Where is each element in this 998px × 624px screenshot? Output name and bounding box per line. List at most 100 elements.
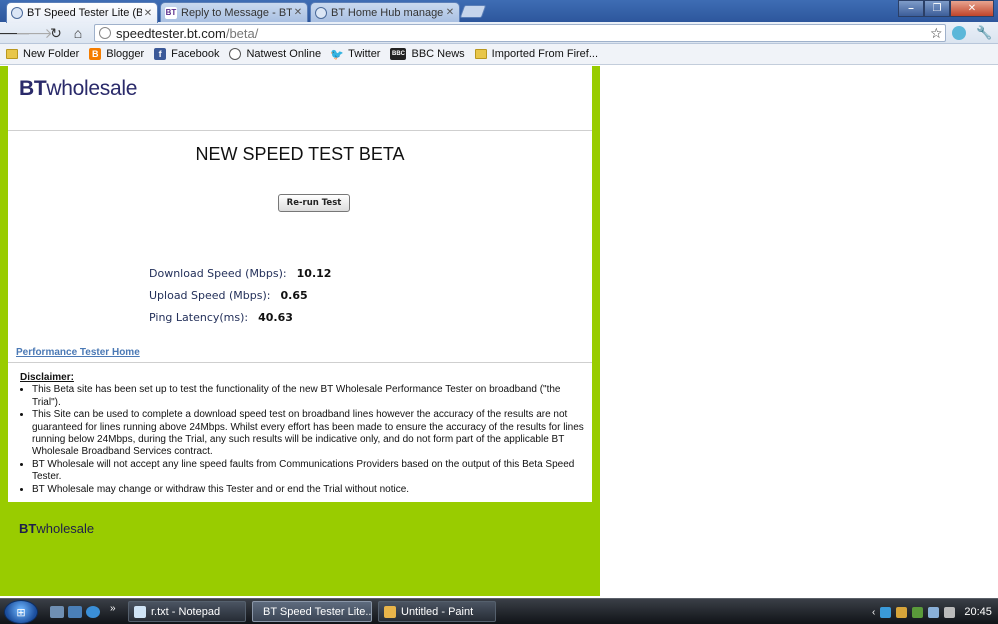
content-panel: BTwholesale NEW SPEED TEST BETA Re-run T…	[8, 66, 592, 502]
more-quicklaunch-icon[interactable]: »	[110, 603, 124, 615]
disclaimer-item: BT Wholesale will not accept any line sp…	[32, 459, 588, 484]
folder-icon	[474, 49, 487, 59]
task-notepad[interactable]: r.txt - Notepad	[128, 601, 246, 622]
notepad-icon	[134, 605, 146, 618]
window-controls: – ❐ ✕	[898, 0, 994, 18]
tab-bt-speed-tester[interactable]: BT Speed Tester Lite (Beta) ✕	[6, 2, 158, 23]
home-button[interactable]: ⌂	[70, 25, 86, 41]
bookmarks-bar: New Folder B Blogger f Facebook Natwest On…	[0, 44, 998, 65]
bookmark-twitter[interactable]: 🐦 Twitter	[330, 48, 381, 61]
bbc-icon: BBC	[390, 48, 407, 60]
network-icon[interactable]	[880, 606, 892, 618]
internet-explorer-icon[interactable]	[86, 606, 100, 618]
tab-title: BT Speed Tester Lite (Beta)	[27, 7, 142, 19]
bookmark-new-folder[interactable]: New Folder	[6, 48, 79, 60]
bookmark-label: Imported From Firef...	[491, 48, 599, 60]
tab-title: BT Home Hub manager - A	[331, 6, 444, 19]
bookmark-bbc-news[interactable]: BBC BBC News	[390, 48, 465, 60]
bookmark-label: Natwest Online	[246, 48, 322, 60]
folder-icon	[6, 49, 18, 59]
start-button[interactable]: ⊞	[4, 600, 38, 624]
footer-bt-wholesale-logo: BTwholesale	[19, 521, 94, 536]
extension-icon[interactable]	[952, 26, 966, 40]
download-speed-row: Download Speed (Mbps): 10.12	[149, 262, 331, 284]
task-title: BT Speed Tester Lite...	[263, 605, 372, 618]
antivirus-icon[interactable]	[912, 606, 924, 618]
disclaimer-title: Disclaimer:	[20, 372, 74, 383]
logo-text: wholesale	[36, 521, 95, 536]
address-domain: speedtester.bt.com	[116, 25, 226, 41]
twitter-icon: 🐦	[330, 48, 344, 61]
show-desktop-icon[interactable]	[50, 606, 64, 618]
task-title: r.txt - Notepad	[151, 605, 221, 618]
browser-toolbar: 🡐 🡒 ↻ ⌂ speedtester.bt.com/beta/ ☆ 🔧	[0, 22, 998, 44]
system-tray: ‹ 20:45	[872, 599, 992, 624]
close-tab-icon[interactable]: ✕	[142, 8, 154, 19]
globe-icon	[229, 48, 242, 60]
tab-title: Reply to Message - BTCare	[181, 6, 292, 19]
address-bar[interactable]: speedtester.bt.com/beta/	[94, 24, 946, 42]
reload-button[interactable]: ↻	[48, 25, 64, 41]
disclaimer-item: This Site can be used to complete a down…	[32, 409, 588, 459]
bookmark-blogger[interactable]: B Blogger	[89, 48, 144, 60]
taskbar: ⊞ » r.txt - Notepad BT Speed Tester Lite…	[0, 598, 998, 624]
logo-bt: BT	[19, 77, 47, 100]
ping-latency-row: Ping Latency(ms): 40.63	[149, 306, 331, 328]
ping-latency-value: 40.63	[258, 310, 293, 324]
close-tab-icon[interactable]: ✕	[444, 7, 456, 18]
bookmark-label: Facebook	[171, 48, 220, 60]
download-speed-label: Download Speed (Mbps):	[149, 266, 287, 280]
address-path: /beta/	[225, 25, 259, 41]
connection-icon[interactable]	[928, 606, 940, 618]
clock[interactable]: 20:45	[964, 606, 992, 618]
security-icon[interactable]	[896, 606, 908, 618]
close-tab-icon[interactable]: ✕	[292, 7, 304, 18]
task-paint[interactable]: Untitled - Paint	[378, 601, 496, 622]
bookmark-star-icon[interactable]: ☆	[930, 25, 943, 42]
close-window-button[interactable]: ✕	[950, 0, 994, 17]
bookmark-facebook[interactable]: f Facebook	[154, 48, 219, 60]
task-title: Untitled - Paint	[401, 605, 474, 618]
new-tab-button[interactable]	[459, 5, 487, 18]
task-chrome[interactable]: BT Speed Tester Lite...	[252, 601, 372, 622]
bookmark-imported-folder[interactable]: Imported From Firef...	[474, 48, 599, 60]
blogger-icon: B	[89, 48, 102, 60]
performance-tester-home-link[interactable]: Performance Tester Home	[16, 347, 140, 358]
rerun-test-button[interactable]: Re-run Test	[278, 194, 350, 212]
bt-wholesale-logo: BTwholesale	[19, 77, 137, 101]
wrench-menu-icon[interactable]: 🔧	[976, 25, 992, 41]
logo-bt: BT	[19, 521, 37, 536]
disclaimer-item: This Beta site has been set up to test t…	[32, 384, 588, 409]
facebook-icon: f	[154, 48, 167, 60]
screen: BT Speed Tester Lite (Beta) ✕ BT Reply t…	[0, 0, 998, 624]
tab-strip: BT Speed Tester Lite (Beta) ✕ BT Reply t…	[0, 0, 998, 23]
disclaimer-list: This Beta site has been set up to test t…	[32, 384, 588, 496]
forward-button[interactable]: 🡒	[15, 25, 53, 41]
bt-favicon-icon: BT	[165, 6, 177, 19]
logo-text: wholesale	[46, 77, 138, 100]
upload-speed-value: 0.65	[280, 288, 308, 302]
tab-home-hub-manager[interactable]: BT Home Hub manager - A ✕	[310, 2, 460, 22]
paint-icon	[384, 605, 396, 618]
upload-speed-label: Upload Speed (Mbps):	[149, 288, 271, 302]
disclaimer-item: BT Wholesale may change or withdraw this…	[32, 484, 588, 496]
tray-expand-icon[interactable]: ‹	[872, 607, 875, 618]
download-speed-value: 10.12	[296, 266, 332, 280]
tab-reply-to-message[interactable]: BT Reply to Message - BTCare ✕	[160, 2, 308, 22]
minimize-button[interactable]: –	[898, 0, 924, 17]
window-switcher-icon[interactable]	[68, 606, 82, 618]
globe-icon	[315, 6, 327, 19]
bookmark-label: Twitter	[348, 48, 381, 60]
disclaimer: Disclaimer: This Beta site has been set …	[20, 372, 588, 496]
bookmark-natwest[interactable]: Natwest Online	[229, 48, 321, 60]
bookmark-label: BBC News	[411, 48, 465, 60]
globe-icon	[11, 7, 23, 19]
maximize-button[interactable]: ❐	[924, 0, 950, 17]
page-title: NEW SPEED TEST BETA	[195, 144, 405, 164]
volume-icon[interactable]	[944, 606, 956, 618]
bookmark-label: New Folder	[23, 48, 80, 60]
page-background: BTwholesale NEW SPEED TEST BETA Re-run T…	[0, 66, 600, 596]
bookmark-label: Blogger	[106, 48, 145, 60]
divider	[8, 362, 592, 363]
upload-speed-row: Upload Speed (Mbps): 0.65	[149, 284, 331, 306]
